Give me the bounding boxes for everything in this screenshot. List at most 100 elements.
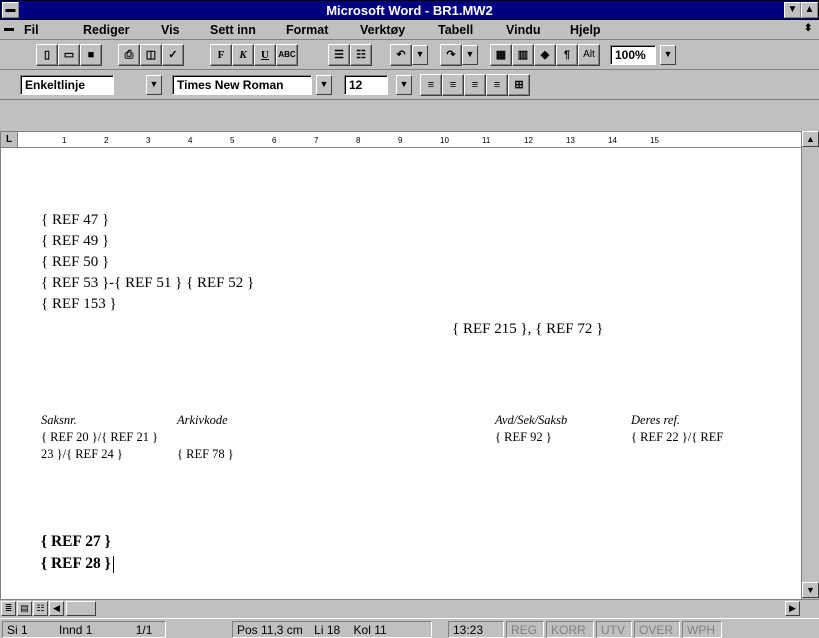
saksnr-label: Saksnr. bbox=[41, 413, 77, 427]
ruler-mark: 8 bbox=[356, 136, 361, 145]
borders-icon[interactable]: ⊞ bbox=[508, 74, 530, 96]
save-icon[interactable]: ■ bbox=[80, 44, 102, 66]
status-flag-utv[interactable]: UTV bbox=[596, 621, 632, 638]
status-col: Kol 11 bbox=[353, 623, 387, 637]
style-field[interactable]: Enkeltlinje bbox=[20, 75, 114, 95]
doc-control-icon[interactable]: ▬ bbox=[4, 23, 14, 34]
bullet-list-icon[interactable]: ☷ bbox=[350, 44, 372, 66]
maximize-icon[interactable]: ▲ bbox=[801, 2, 818, 18]
doc-right-ref: { REF 215 }, { REF 72 } bbox=[452, 321, 604, 337]
restore-icon[interactable]: ⬍ bbox=[804, 23, 812, 34]
minimize-icon[interactable]: ▼ bbox=[784, 2, 801, 18]
menu-rediger[interactable]: Rediger bbox=[83, 23, 130, 37]
saksnr-value-cont: 23 }/{ REF 24 } bbox=[41, 447, 123, 461]
spellcheck-icon[interactable]: ✓ bbox=[162, 44, 184, 66]
menu-sett-inn[interactable]: Sett inn bbox=[210, 23, 256, 37]
scroll-left-icon[interactable]: ◀ bbox=[49, 601, 64, 616]
numbered-list-icon[interactable]: ☰ bbox=[328, 44, 350, 66]
scroll-right-icon[interactable]: ▶ bbox=[785, 601, 800, 616]
arkivkode-value: { REF 78 } bbox=[177, 447, 234, 461]
status-flag-korr[interactable]: KORR bbox=[546, 621, 594, 638]
outline-view-icon[interactable]: ☷ bbox=[33, 601, 48, 616]
scroll-down-icon[interactable]: ▼ bbox=[802, 582, 819, 598]
redo-dropdown-icon[interactable]: ▼ bbox=[462, 45, 478, 65]
ruler-mark: 15 bbox=[650, 136, 659, 145]
page-layout-view-icon[interactable]: ▤ bbox=[17, 601, 32, 616]
small-caps-button[interactable]: ABC bbox=[276, 44, 298, 66]
deres-ref-label: Deres ref. bbox=[631, 413, 681, 427]
status-flag-over[interactable]: OVER bbox=[634, 621, 680, 638]
ruler-mark: 14 bbox=[608, 136, 617, 145]
title-bar: ▬ Microsoft Word - BR1.MW2 ▼ ▲ bbox=[0, 0, 819, 20]
drawing-icon[interactable]: ◆ bbox=[534, 44, 556, 66]
align-right-icon[interactable]: ≡ bbox=[464, 74, 486, 96]
horizontal-scrollbar[interactable]: ≣ ▤ ☷ ◀ ▶ bbox=[0, 599, 819, 617]
tab-selector[interactable]: L bbox=[0, 131, 18, 148]
zoom-field[interactable]: 100% bbox=[610, 45, 656, 65]
window-title: Microsoft Word - BR1.MW2 bbox=[326, 3, 493, 18]
zoom-dropdown-icon[interactable]: ▼ bbox=[660, 45, 676, 65]
menu-verktoy[interactable]: Verktøy bbox=[360, 23, 405, 37]
doc-line: { REF 47 } bbox=[41, 212, 110, 228]
ruler[interactable]: 1 2 3 4 5 6 7 8 9 10 11 12 13 14 15 bbox=[18, 131, 801, 148]
status-position: Pos 11,3 cm Li 18 Kol 11 bbox=[232, 621, 432, 638]
print-icon[interactable]: ⎙ bbox=[118, 44, 140, 66]
status-flag-reg[interactable]: REG bbox=[506, 621, 544, 638]
scroll-up-icon[interactable]: ▲ bbox=[802, 131, 819, 147]
bold-button[interactable]: F bbox=[210, 44, 232, 66]
font-dropdown-icon[interactable]: ▼ bbox=[316, 75, 332, 95]
ruler-mark: 7 bbox=[314, 136, 319, 145]
doc-line: { REF 49 } bbox=[41, 233, 110, 249]
print-preview-icon[interactable]: ◫ bbox=[140, 44, 162, 66]
menu-bar: ▬ Fil Rediger Vis Sett inn Format Verktø… bbox=[0, 20, 819, 40]
status-bar: Si 1 Innd 1 1/1 Pos 11,3 cm Li 18 Kol 11… bbox=[0, 618, 819, 638]
underline-button[interactable]: U bbox=[254, 44, 276, 66]
open-folder-icon[interactable]: ▭ bbox=[58, 44, 80, 66]
standard-toolbar: ▯ ▭ ■ ⎙ ◫ ✓ F K U ABC ☰ ☷ ↶ ▼ ↷ ▼ ▦ ▥ ◆ … bbox=[0, 41, 819, 70]
doc-line: { REF 50 } bbox=[41, 254, 110, 270]
undo-icon[interactable]: ↶ bbox=[390, 44, 412, 66]
doc-bold-line-cursor: { REF 28 } bbox=[41, 555, 114, 573]
new-document-icon[interactable]: ▯ bbox=[36, 44, 58, 66]
menu-vindu[interactable]: Vindu bbox=[506, 23, 541, 37]
vertical-scrollbar[interactable]: ▲ ▼ bbox=[801, 131, 819, 599]
avd-value: { REF 92 } bbox=[495, 430, 552, 444]
status-time: 13:23 bbox=[448, 621, 504, 638]
normal-view-icon[interactable]: ≣ bbox=[1, 601, 16, 616]
show-formatting-icon[interactable]: ¶ bbox=[556, 44, 578, 66]
alt-button[interactable]: Alt bbox=[578, 44, 600, 66]
undo-dropdown-icon[interactable]: ▼ bbox=[412, 45, 428, 65]
style-dropdown-icon[interactable]: ▼ bbox=[146, 75, 162, 95]
text-cursor bbox=[112, 555, 114, 573]
ruler-mark: 13 bbox=[566, 136, 575, 145]
align-left-icon[interactable]: ≡ bbox=[420, 74, 442, 96]
font-size-field[interactable]: 12 bbox=[344, 75, 388, 95]
font-field[interactable]: Times New Roman bbox=[172, 75, 312, 95]
italic-button[interactable]: K bbox=[232, 44, 254, 66]
menu-fil[interactable]: Fil bbox=[24, 23, 39, 37]
columns-icon[interactable]: ▥ bbox=[512, 44, 534, 66]
menu-tabell[interactable]: Tabell bbox=[438, 23, 473, 37]
insert-table-icon[interactable]: ▦ bbox=[490, 44, 512, 66]
document-area[interactable]: { REF 47 } { REF 49 } { REF 50 } { REF 5… bbox=[0, 148, 801, 599]
arkivkode-label: Arkivkode bbox=[177, 413, 228, 427]
status-flag-wph[interactable]: WPH bbox=[682, 621, 722, 638]
formatting-toolbar: Enkeltlinje ▼ Times New Roman ▼ 12 ▼ ≡ ≡… bbox=[0, 71, 819, 100]
doc-bold-line-text: { REF 28 } bbox=[41, 555, 111, 572]
redo-icon[interactable]: ↷ bbox=[440, 44, 462, 66]
ruler-mark: 12 bbox=[524, 136, 533, 145]
menu-hjelp[interactable]: Hjelp bbox=[570, 23, 601, 37]
justify-icon[interactable]: ≡ bbox=[486, 74, 508, 96]
align-center-icon[interactable]: ≡ bbox=[442, 74, 464, 96]
status-page: Si 1 bbox=[7, 623, 28, 637]
menu-vis[interactable]: Vis bbox=[161, 23, 180, 37]
ruler-mark: 11 bbox=[482, 136, 491, 145]
status-pages: 1/1 bbox=[135, 623, 153, 637]
saksnr-value: { REF 20 }/{ REF 21 } bbox=[41, 430, 159, 444]
scroll-thumb[interactable] bbox=[66, 601, 96, 616]
font-size-dropdown-icon[interactable]: ▼ bbox=[396, 75, 412, 95]
ruler-mark: 6 bbox=[272, 136, 277, 145]
ruler-mark: 5 bbox=[230, 136, 235, 145]
status-section: Innd 1 bbox=[59, 623, 93, 637]
menu-format[interactable]: Format bbox=[286, 23, 328, 37]
